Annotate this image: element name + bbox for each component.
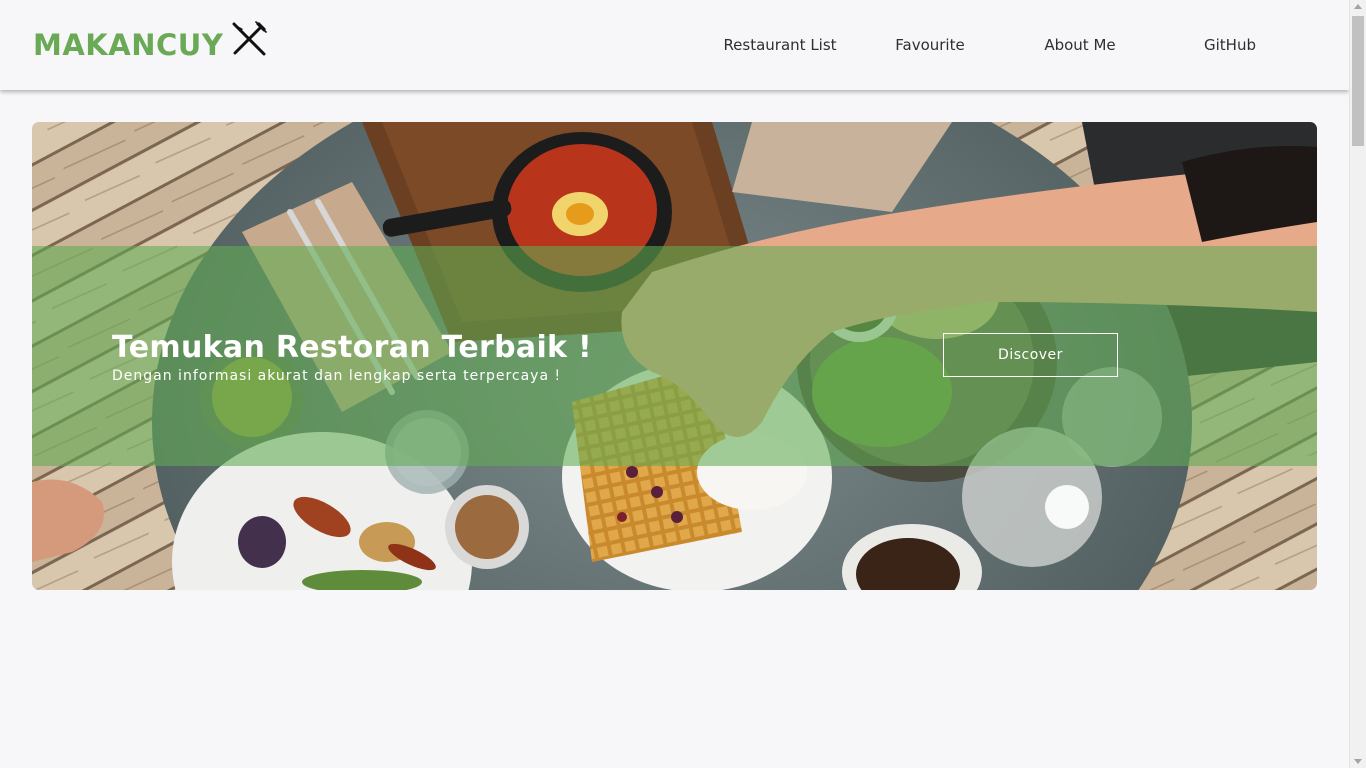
hero-title: Temukan Restoran Terbaik ! <box>112 330 593 365</box>
nav-github[interactable]: GitHub <box>1155 36 1305 54</box>
hero-subtitle: Dengan informasi akurat dan lengkap sert… <box>112 368 562 384</box>
nav-about-me[interactable]: About Me <box>1005 36 1155 54</box>
scroll-thumb[interactable] <box>1352 16 1364 146</box>
page: MAKANCUY Restaurant List Favourite About… <box>0 0 1349 768</box>
brand-logo-link[interactable]: MAKANCUY <box>33 21 268 66</box>
hero-banner: Temukan Restoran Terbaik ! Dengan inform… <box>32 122 1317 590</box>
scroll-down-arrow-icon[interactable] <box>1354 759 1362 764</box>
fork-knife-icon <box>232 21 268 56</box>
vertical-scrollbar[interactable] <box>1349 0 1366 768</box>
brand-name: MAKANCUY <box>33 27 224 62</box>
nav-favourite[interactable]: Favourite <box>855 36 1005 54</box>
scroll-up-arrow-icon[interactable] <box>1354 4 1362 9</box>
nav-restaurant-list[interactable]: Restaurant List <box>705 36 855 54</box>
app-bar: MAKANCUY Restaurant List Favourite About… <box>0 0 1349 90</box>
discover-button[interactable]: Discover <box>943 333 1118 377</box>
main-nav: Restaurant List Favourite About Me GitHu… <box>705 0 1305 90</box>
hero-overlay: Temukan Restoran Terbaik ! Dengan inform… <box>32 246 1317 466</box>
